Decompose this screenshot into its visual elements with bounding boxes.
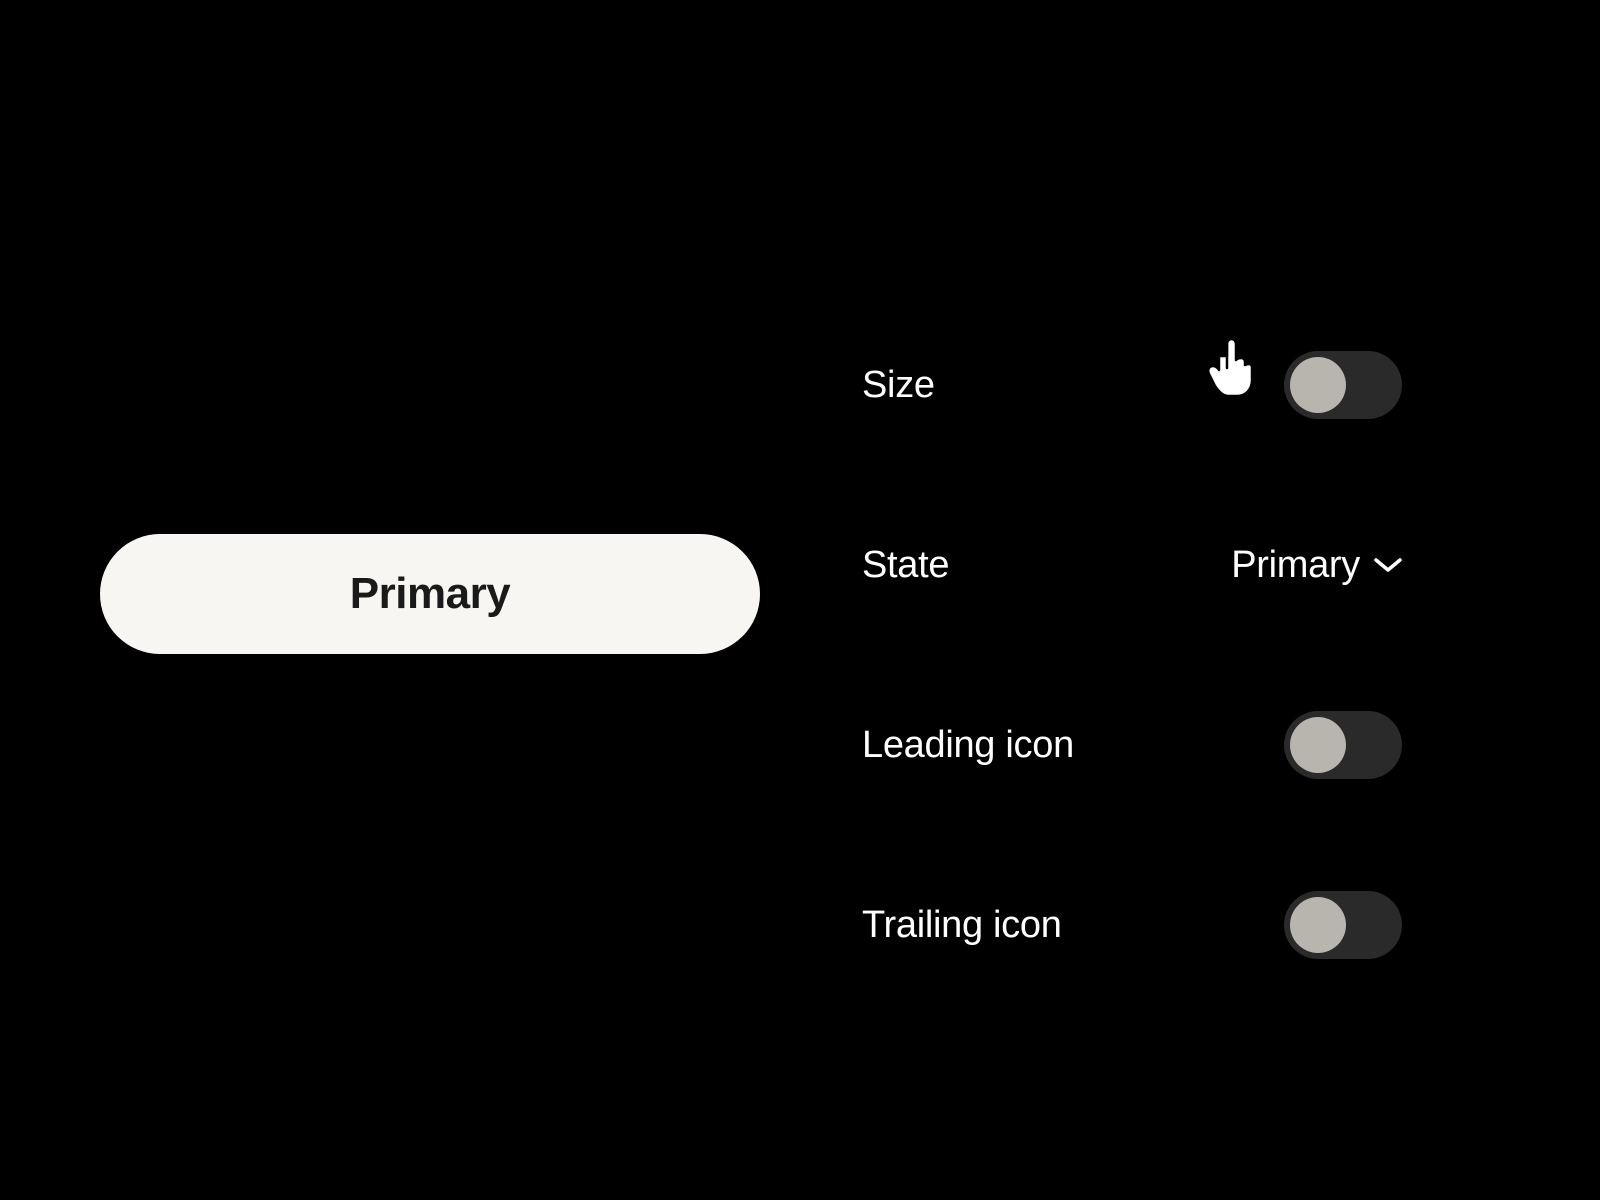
preview-button[interactable]: Primary (100, 534, 760, 654)
preview-button-label: Primary (350, 569, 510, 619)
chevron-down-icon (1374, 556, 1402, 574)
leading-icon-label: Leading icon (862, 724, 1074, 767)
state-label: State (862, 544, 949, 587)
control-row-leading-icon: Leading icon (862, 655, 1402, 835)
toggle-thumb (1290, 357, 1346, 413)
control-row-state: State Primary (862, 475, 1402, 655)
trailing-icon-toggle[interactable] (1284, 891, 1402, 959)
toggle-thumb (1290, 717, 1346, 773)
controls-panel: Size State Primary Leading icon Trailing… (862, 295, 1402, 1015)
state-dropdown-value: Primary (1231, 544, 1360, 587)
control-row-size: Size (862, 295, 1402, 475)
state-dropdown[interactable]: Primary (1231, 544, 1402, 587)
toggle-thumb (1290, 897, 1346, 953)
leading-icon-toggle[interactable] (1284, 711, 1402, 779)
size-label: Size (862, 364, 935, 407)
size-toggle[interactable] (1284, 351, 1402, 419)
trailing-icon-label: Trailing icon (862, 904, 1062, 947)
control-row-trailing-icon: Trailing icon (862, 835, 1402, 1015)
